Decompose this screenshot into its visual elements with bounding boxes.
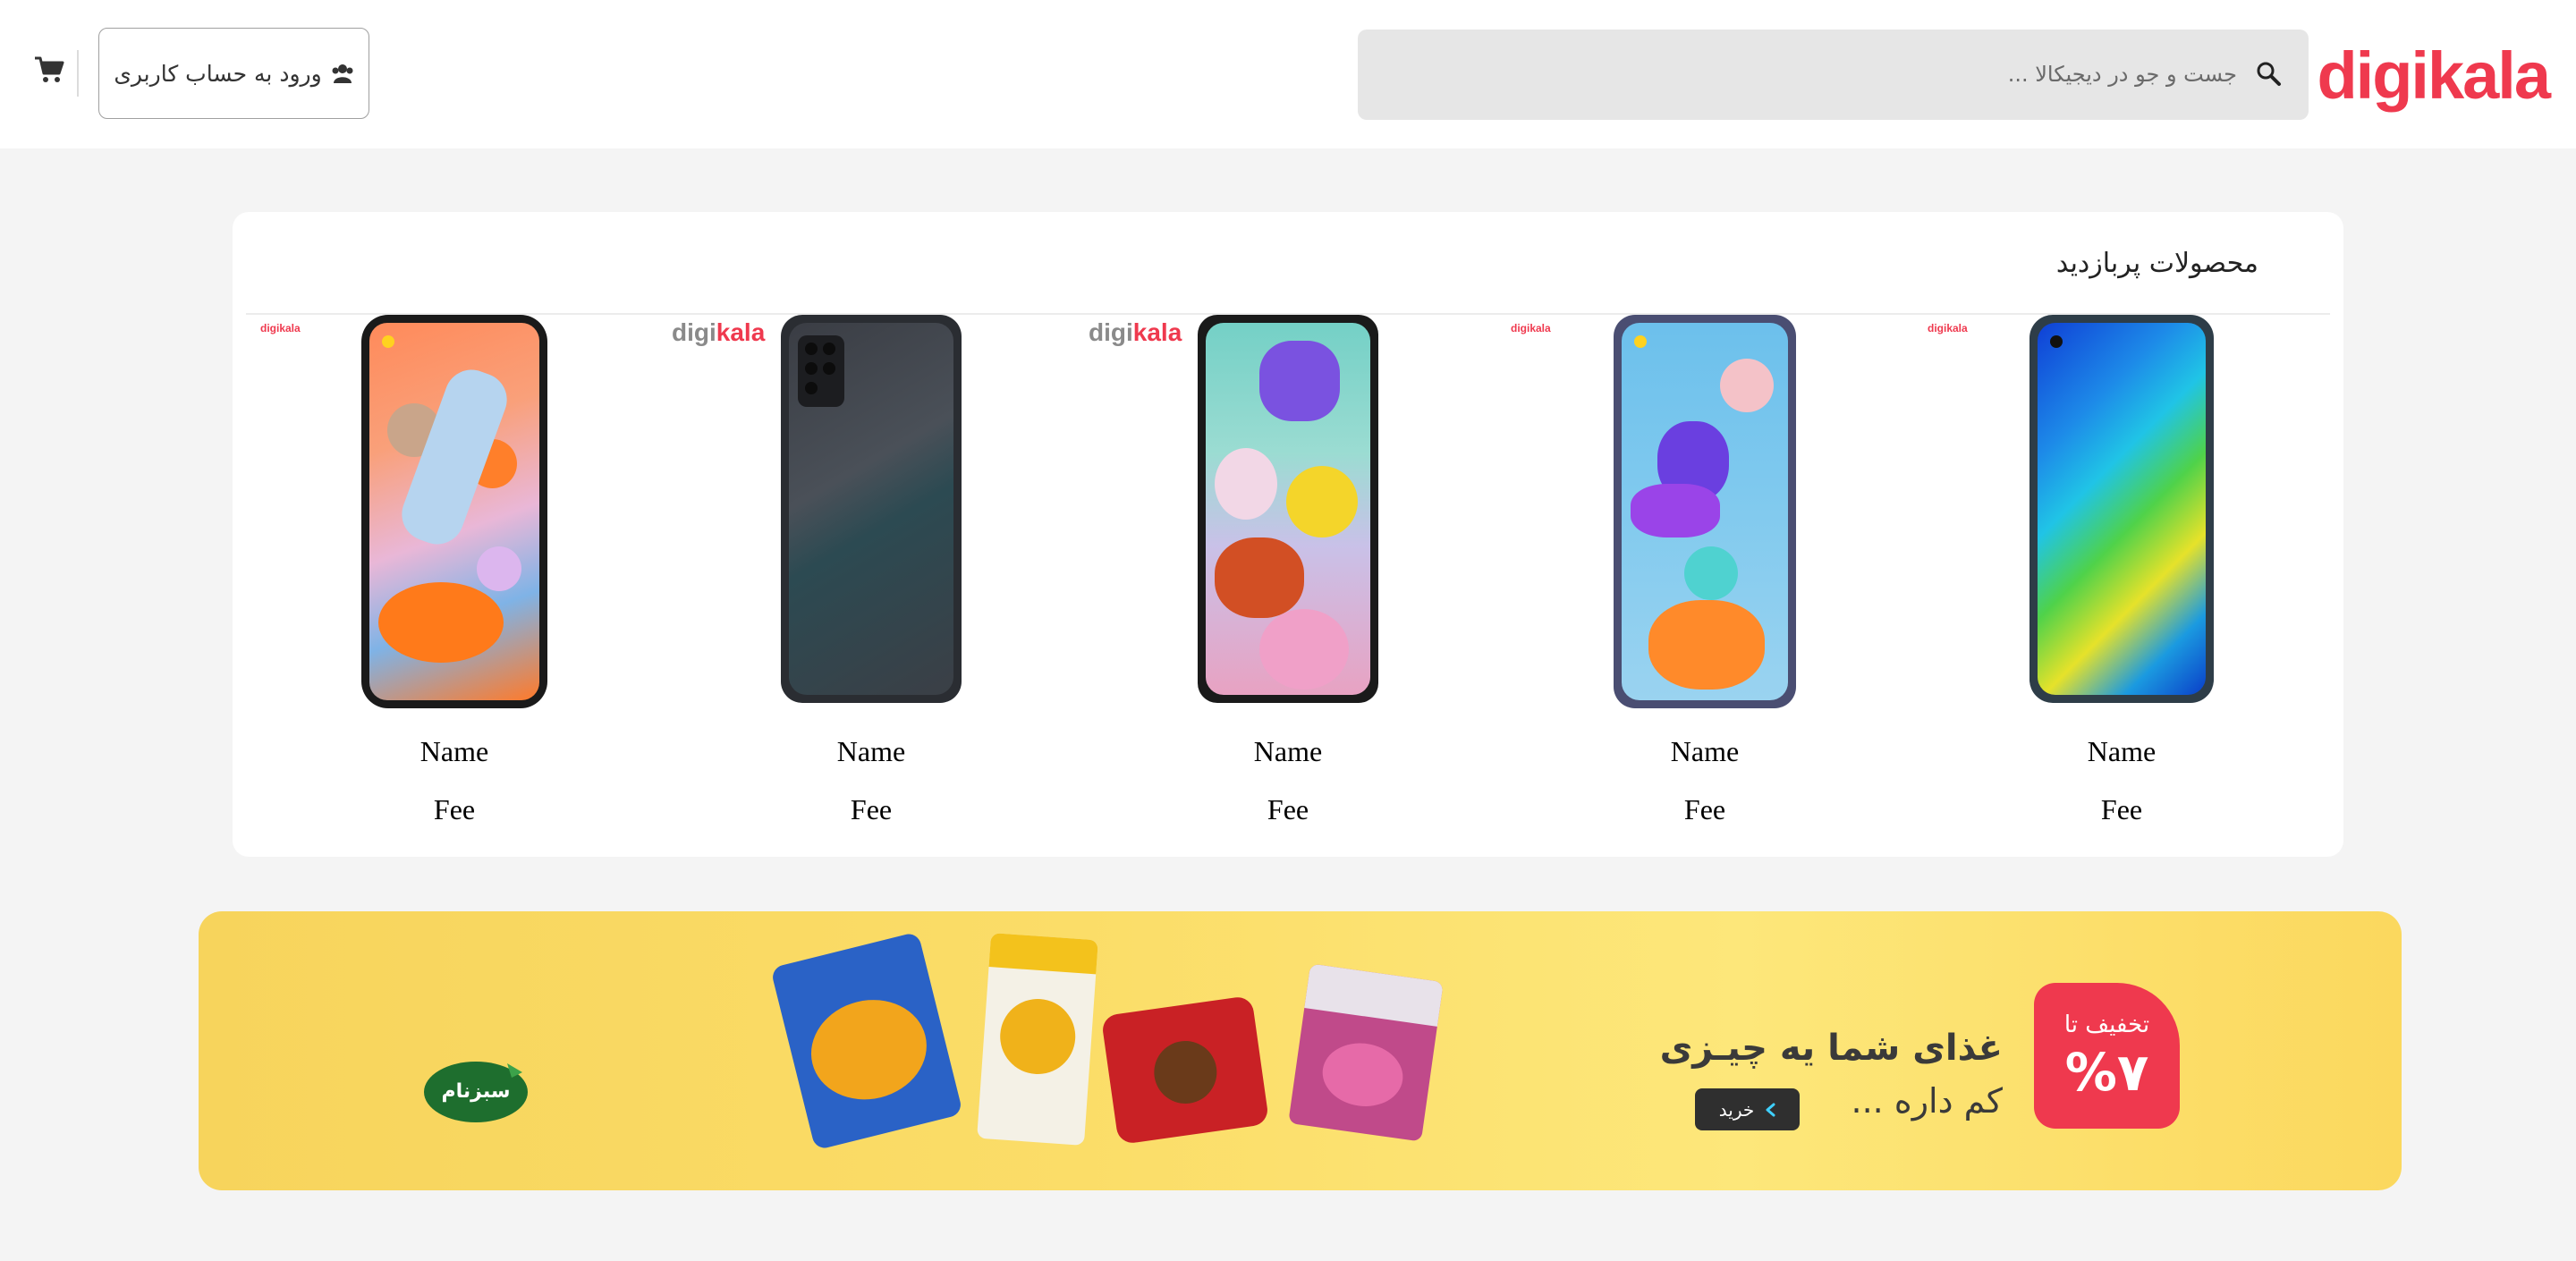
cart-icon[interactable] (34, 55, 64, 84)
product-image[interactable] (361, 315, 547, 708)
product-pack-image (977, 933, 1098, 1146)
login-label: ورود به حساب کاربری (114, 60, 322, 87)
search-icon[interactable] (2255, 60, 2282, 87)
product-name[interactable]: Name (1080, 735, 1496, 768)
digikala-watermark: digikala (1089, 318, 1182, 346)
product-fee: Fee (2100, 793, 2143, 825)
header-divider (77, 50, 79, 97)
digikala-logo[interactable]: digikala (2317, 38, 2551, 114)
sabznam-logo: سبزنام (424, 1062, 528, 1122)
section-title: محصولات پربازدید (2055, 248, 2258, 279)
banner-subtitle: کم داره ... (1851, 1081, 2003, 1121)
product-name[interactable]: Name (1913, 735, 2330, 768)
product-image[interactable] (1198, 315, 1378, 703)
most-viewed-products: محصولات پربازدید digikala Name Fee digik… (233, 212, 2343, 857)
badge-percent: %۷ (2064, 1042, 2149, 1103)
product-name[interactable]: Name (663, 735, 1080, 768)
product-card[interactable]: digikala Name Fee (246, 315, 663, 842)
product-pack-image (770, 931, 963, 1151)
product-image[interactable] (2029, 315, 2214, 703)
digikala-watermark: digikala (672, 318, 766, 346)
product-card[interactable]: digikala Name Fee (663, 315, 1080, 842)
svg-text:سبزنام: سبزنام (442, 1080, 511, 1103)
product-image[interactable] (1614, 315, 1796, 708)
product-name[interactable]: Name (246, 735, 663, 768)
product-card[interactable]: digikala Name Fee (1496, 315, 1913, 842)
login-button[interactable]: ورود به حساب کاربری (98, 28, 369, 119)
digikala-watermark: digikala (260, 322, 301, 334)
digikala-watermark: digikala (1511, 322, 1551, 334)
banner-title: غذای شما یه چیـزی (1659, 1028, 2003, 1069)
buy-button[interactable]: خرید (1695, 1088, 1800, 1130)
chevron-left-icon (1766, 1103, 1775, 1116)
product-fee: Fee (850, 793, 893, 825)
product-fee: Fee (433, 793, 476, 825)
promo-banner[interactable]: سبزنام خرید غذای شما یه چیـزی کم داره ..… (199, 911, 2402, 1190)
product-pack-image (1288, 963, 1444, 1142)
discount-badge: تخفیف تا %۷ (2034, 983, 2180, 1129)
product-fee: Fee (1683, 793, 1726, 825)
search-bar[interactable]: جست و جو در دیجیکالا ... (1358, 30, 2309, 120)
badge-label: تخفیف تا (2063, 1011, 2150, 1038)
users-icon (332, 64, 353, 83)
buy-button-label: خرید (1718, 1098, 1755, 1121)
product-card[interactable]: digikala Name Fee (1080, 315, 1496, 842)
product-card[interactable]: digikala Name Fee (1913, 315, 2330, 842)
site-header: digikala جست و جو در دیجیکالا ... ورود ب… (0, 0, 2576, 148)
digikala-watermark: digikala (1928, 322, 1968, 334)
product-name[interactable]: Name (1496, 735, 1913, 768)
product-fee: Fee (1267, 793, 1309, 825)
product-pack-image (1100, 994, 1270, 1146)
product-image[interactable] (781, 315, 962, 703)
search-input[interactable]: جست و جو در دیجیکالا ... (2008, 30, 2237, 120)
